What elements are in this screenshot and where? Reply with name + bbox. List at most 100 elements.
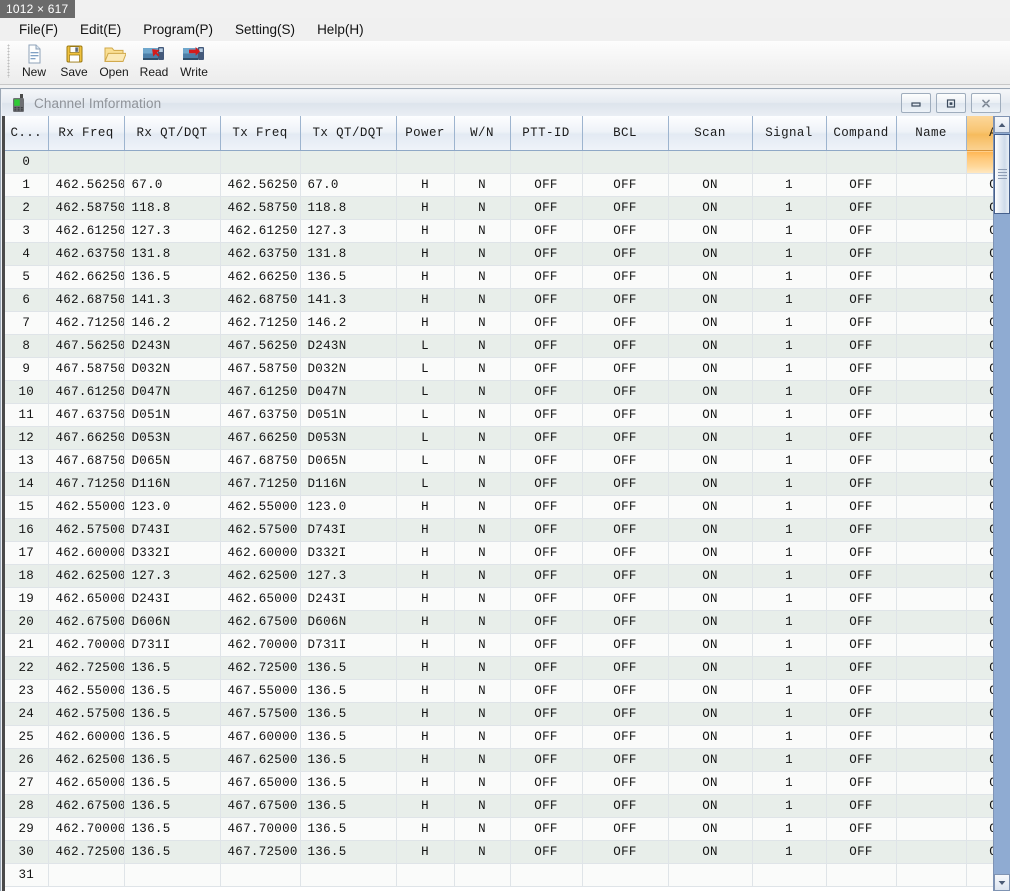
cell-bcl[interactable] [582, 863, 669, 887]
table-row[interactable]: 8 467.56250 D243N 467.56250 D243N L N OFF OFF ON 1… [5, 334, 1010, 358]
cell-rx-qt-dqt[interactable]: 123.0 [124, 495, 221, 519]
cell-ptt-id[interactable]: OFF [510, 748, 583, 772]
cell-signal[interactable]: 1 [752, 610, 827, 634]
cell-tx-freq[interactable]: 462.62500 [220, 564, 301, 588]
cell-tx-qt-dqt[interactable]: D332I [300, 541, 397, 565]
cell-name[interactable] [896, 288, 967, 312]
cell-compand[interactable]: OFF [826, 219, 897, 243]
cell-tx-qt-dqt[interactable]: 131.8 [300, 242, 397, 266]
cell-bcl[interactable]: OFF [582, 265, 669, 289]
cell-tx-freq[interactable]: 462.68750 [220, 288, 301, 312]
cell-ptt-id[interactable]: OFF [510, 656, 583, 680]
cell-signal[interactable]: 1 [752, 679, 827, 703]
cell-bcl[interactable]: OFF [582, 334, 669, 358]
cell-tx-qt-dqt[interactable]: D243I [300, 587, 397, 611]
cell-tx-qt-dqt[interactable]: 136.5 [300, 679, 397, 703]
cell-bcl[interactable]: OFF [582, 357, 669, 381]
cell-ptt-id[interactable]: OFF [510, 702, 583, 726]
cell-ptt-id[interactable]: OFF [510, 357, 583, 381]
cell-c[interactable]: 23 [5, 679, 49, 703]
cell-power[interactable]: H [396, 518, 455, 542]
cell-w-n[interactable]: N [454, 196, 511, 220]
cell-signal[interactable]: 1 [752, 817, 827, 841]
toolbar-new-button[interactable]: New [14, 41, 54, 79]
cell-power[interactable]: H [396, 495, 455, 519]
cell-signal[interactable]: 1 [752, 656, 827, 680]
window-title-bar[interactable]: Channel Imformation [2, 90, 1010, 116]
table-row[interactable]: 20 462.67500 D606N 462.67500 D606N H N OFF OFF ON… [5, 610, 1010, 634]
cell-bcl[interactable]: OFF [582, 679, 669, 703]
column-header-tx-freq[interactable]: Tx Freq [220, 116, 301, 151]
table-row[interactable]: 0 [5, 150, 1010, 174]
cell-name[interactable] [896, 472, 967, 496]
cell-signal[interactable]: 1 [752, 380, 827, 404]
cell-tx-qt-dqt[interactable]: 136.5 [300, 794, 397, 818]
cell-rx-qt-dqt[interactable]: D116N [124, 472, 221, 496]
cell-name[interactable] [896, 771, 967, 795]
cell-rx-qt-dqt[interactable]: 136.5 [124, 679, 221, 703]
cell-tx-freq[interactable]: 462.63750 [220, 242, 301, 266]
cell-bcl[interactable]: OFF [582, 196, 669, 220]
cell-ptt-id[interactable]: OFF [510, 311, 583, 335]
toolbar-read-button[interactable]: Read [134, 41, 174, 79]
cell-compand[interactable]: OFF [826, 633, 897, 657]
vertical-scrollbar[interactable] [993, 116, 1010, 891]
cell-w-n[interactable]: N [454, 265, 511, 289]
table-row[interactable]: 1 462.56250 67.0 462.56250 67.0 H N OFF OFF ON 1 OF… [5, 173, 1010, 197]
cell-rx-qt-dqt[interactable]: D243I [124, 587, 221, 611]
cell-signal[interactable]: 1 [752, 564, 827, 588]
cell-ptt-id[interactable] [510, 863, 583, 887]
cell-ptt-id[interactable]: OFF [510, 495, 583, 519]
cell-scan[interactable]: ON [668, 288, 753, 312]
table-row[interactable]: 12 467.66250 D053N 467.66250 D053N L N OFF OFF ON… [5, 426, 1010, 450]
cell-w-n[interactable]: N [454, 334, 511, 358]
table-row[interactable]: 27 462.65000 136.5 467.65000 136.5 H N OFF OFF ON… [5, 771, 1010, 795]
cell-rx-freq[interactable]: 462.67500 [48, 610, 125, 634]
close-button[interactable] [971, 93, 1001, 113]
cell-tx-qt-dqt[interactable]: 67.0 [300, 173, 397, 197]
cell-tx-qt-dqt[interactable]: 141.3 [300, 288, 397, 312]
cell-tx-freq[interactable]: 462.65000 [220, 587, 301, 611]
cell-compand[interactable]: OFF [826, 334, 897, 358]
cell-ptt-id[interactable] [510, 150, 583, 174]
cell-power[interactable]: H [396, 817, 455, 841]
cell-scan[interactable]: ON [668, 518, 753, 542]
cell-w-n[interactable]: N [454, 748, 511, 772]
cell-bcl[interactable]: OFF [582, 610, 669, 634]
cell-c[interactable]: 0 [5, 150, 49, 174]
cell-compand[interactable]: OFF [826, 426, 897, 450]
cell-scan[interactable] [668, 150, 753, 174]
cell-rx-freq[interactable]: 467.56250 [48, 334, 125, 358]
cell-w-n[interactable] [454, 150, 511, 174]
cell-bcl[interactable]: OFF [582, 242, 669, 266]
cell-name[interactable] [896, 679, 967, 703]
cell-scan[interactable]: ON [668, 702, 753, 726]
cell-signal[interactable]: 1 [752, 495, 827, 519]
cell-power[interactable]: H [396, 265, 455, 289]
table-row[interactable]: 14 467.71250 D116N 467.71250 D116N L N OFF OFF ON… [5, 472, 1010, 496]
cell-compand[interactable]: OFF [826, 380, 897, 404]
cell-scan[interactable]: ON [668, 219, 753, 243]
column-header-c[interactable]: C... [5, 116, 49, 151]
cell-tx-freq[interactable]: 467.70000 [220, 817, 301, 841]
cell-c[interactable]: 10 [5, 380, 49, 404]
cell-name[interactable] [896, 610, 967, 634]
cell-c[interactable]: 24 [5, 702, 49, 726]
cell-bcl[interactable] [582, 150, 669, 174]
table-row[interactable]: 4 462.63750 131.8 462.63750 131.8 H N OFF OFF ON 1… [5, 242, 1010, 266]
cell-rx-freq[interactable]: 467.71250 [48, 472, 125, 496]
cell-rx-freq[interactable] [48, 150, 125, 174]
cell-name[interactable] [896, 403, 967, 427]
cell-c[interactable]: 7 [5, 311, 49, 335]
cell-w-n[interactable]: N [454, 472, 511, 496]
cell-name[interactable] [896, 219, 967, 243]
cell-name[interactable] [896, 150, 967, 174]
cell-w-n[interactable]: N [454, 564, 511, 588]
cell-rx-freq[interactable]: 462.72500 [48, 656, 125, 680]
cell-scan[interactable]: ON [668, 403, 753, 427]
cell-w-n[interactable]: N [454, 633, 511, 657]
cell-power[interactable]: H [396, 656, 455, 680]
cell-power[interactable]: H [396, 840, 455, 864]
cell-ptt-id[interactable]: OFF [510, 610, 583, 634]
cell-bcl[interactable]: OFF [582, 495, 669, 519]
